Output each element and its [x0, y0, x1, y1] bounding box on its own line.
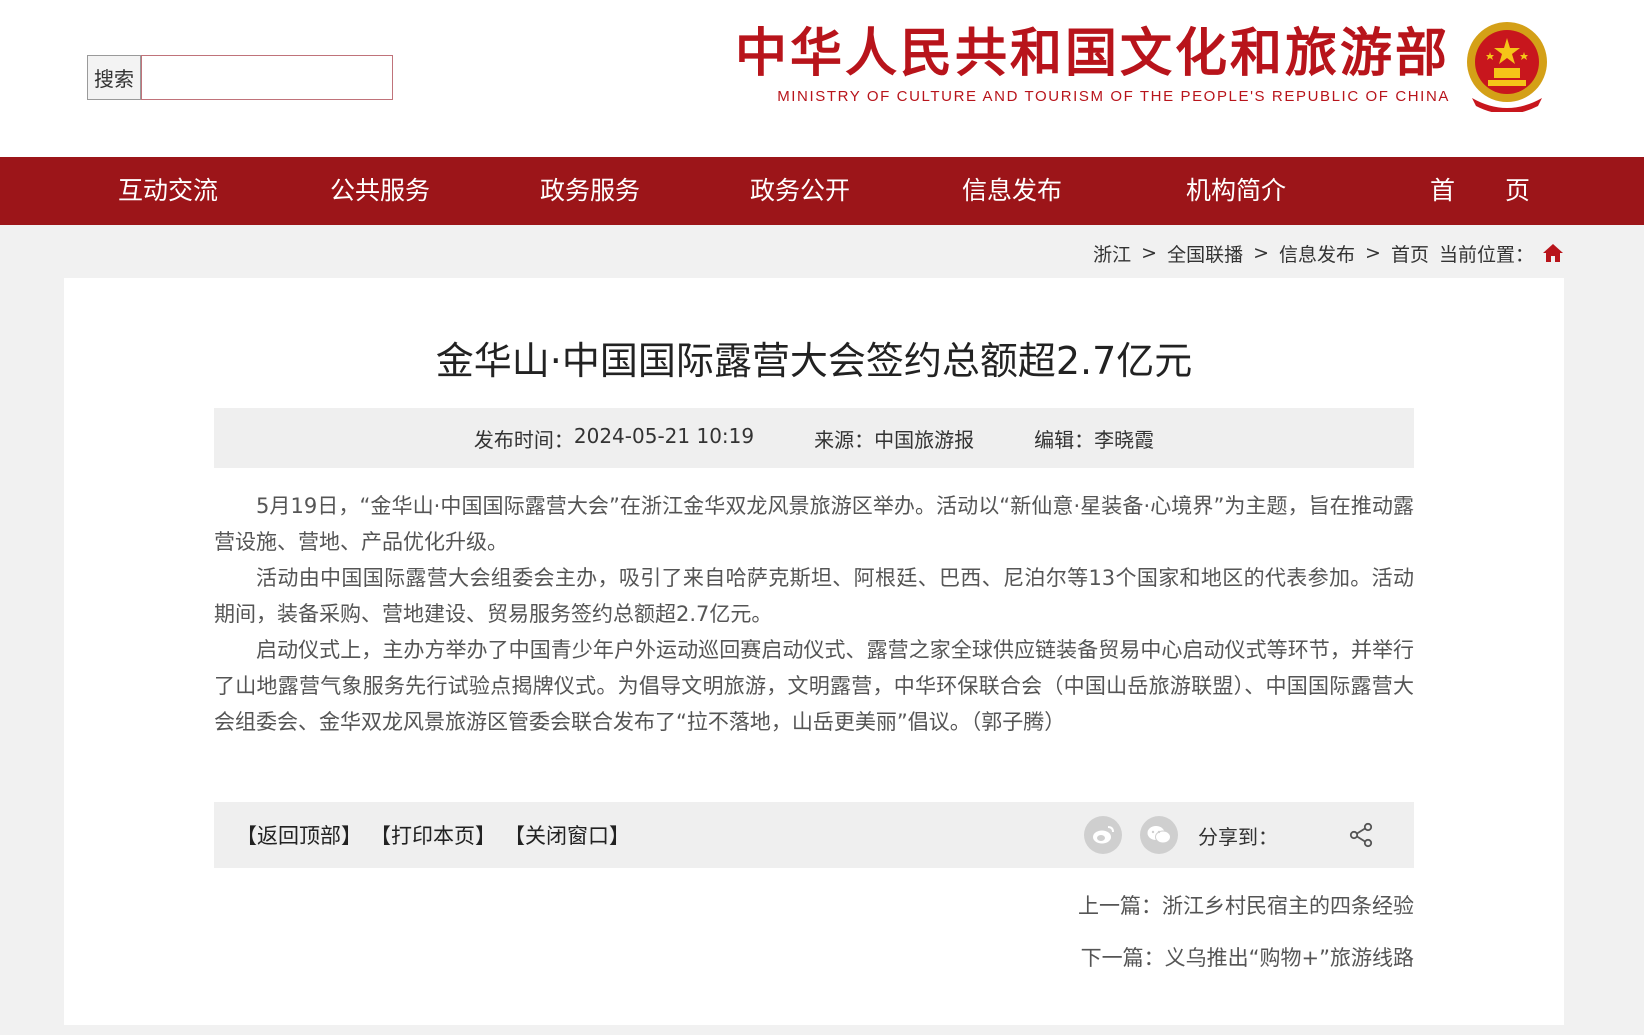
breadcrumb-home[interactable]: 首页: [1391, 240, 1429, 267]
share-area: 分享到：: [1084, 802, 1374, 868]
breadcrumb-separator: >: [1141, 242, 1158, 264]
editor-value: 李晓霞: [1094, 427, 1155, 452]
article-container: 金华山·中国国际露营大会签约总额超2.7亿元 发布时间： 2024-05-21 …: [64, 278, 1564, 1025]
site-header: 搜索 中华人民共和国文化和旅游部 MINISTRY OF CULTURE AND…: [0, 0, 1644, 157]
breadcrumb-prefix: 当前位置：: [1438, 243, 1534, 266]
search-input[interactable]: [141, 55, 393, 100]
editor-label: 编辑：: [1034, 427, 1095, 452]
nav-item-home[interactable]: 首 页: [1430, 157, 1530, 225]
prev-label: 上一篇：: [1078, 894, 1162, 918]
breadcrumb-separator: >: [1365, 242, 1381, 264]
next-title[interactable]: 义乌推出“购物+”旅游线路: [1165, 946, 1414, 970]
nav-item-about[interactable]: 机构简介: [1186, 157, 1286, 225]
search-bar: 搜索: [87, 55, 393, 100]
breadcrumb: 当前位置： 首页 > 信息发布 > 全国联播 > 浙江: [1083, 240, 1564, 266]
nav-item-interaction[interactable]: 互动交流: [118, 157, 218, 225]
national-emblem-icon: [1467, 22, 1547, 112]
publish-date-value: 2024-05-21 10:19: [573, 423, 755, 448]
breadcrumb-news[interactable]: 信息发布: [1279, 240, 1355, 267]
article-body: 5月19日，“金华山·中国国际露营大会”在浙江金华双龙风景旅游区举办。活动以“新…: [214, 488, 1414, 740]
publish-date: 发布时间： 2024-05-21 10:19: [474, 424, 754, 453]
search-button[interactable]: 搜索: [87, 55, 141, 100]
close-window-link[interactable]: 【关闭窗口】: [504, 820, 630, 850]
prev-title[interactable]: 浙江乡村民宿主的四条经验: [1162, 894, 1414, 918]
next-label: 下一篇：: [1080, 946, 1165, 970]
source-label: 来源：: [814, 427, 875, 452]
article-source: 来源： 中国旅游报: [814, 424, 974, 453]
publish-date-label: 发布时间：: [473, 427, 574, 452]
site-logo[interactable]: 中华人民共和国文化和旅游部 MINISTRY OF CULTURE AND TO…: [735, 18, 1554, 112]
logo-title-en: MINISTRY OF CULTURE AND TOURISM OF THE P…: [777, 88, 1450, 105]
article-paragraph: 5月19日，“金华山·中国国际露营大会”在浙江金华双龙风景旅游区举办。活动以“新…: [214, 494, 1414, 554]
share-icon[interactable]: [1348, 822, 1374, 848]
article-title: 金华山·中国国际露营大会签约总额超2.7亿元: [435, 339, 1193, 383]
article-paragraph: 启动仪式上，主办方举办了中国青少年户外运动巡回赛启动仪式、露营之家全球供应链装备…: [214, 638, 1414, 734]
breadcrumb-separator: >: [1253, 242, 1270, 264]
print-page-link[interactable]: 【打印本页】: [370, 820, 496, 850]
next-article[interactable]: 下一篇：义乌推出“购物+”旅游线路: [814, 942, 1414, 972]
article-editor: 编辑： 李晓霞: [1034, 424, 1154, 453]
article-paragraph: 活动由中国国际露营大会组委会主办，吸引了来自哈萨克斯坦、阿根廷、巴西、尼泊尔等1…: [214, 566, 1414, 626]
share-label: 分享到：: [1198, 824, 1278, 849]
nav-item-gov-affairs[interactable]: 政务公开: [750, 157, 850, 225]
nav-item-news[interactable]: 信息发布: [962, 157, 1062, 225]
main-nav: 首 页 机构简介 信息发布 政务公开 政务服务 公共服务 互动交流: [0, 157, 1644, 225]
nav-item-public-services[interactable]: 公共服务: [330, 157, 430, 225]
article-toolbar: 【返回顶部】 【打印本页】 【关闭窗口】 分享到：: [214, 802, 1414, 868]
article-meta: 发布时间： 2024-05-21 10:19 来源： 中国旅游报 编辑： 李晓霞: [214, 408, 1414, 468]
prev-article[interactable]: 上一篇：浙江乡村民宿主的四条经验: [814, 890, 1414, 920]
home-icon: [1543, 244, 1563, 262]
source-value: 中国旅游报: [874, 427, 975, 452]
back-to-top-link[interactable]: 【返回顶部】: [236, 820, 362, 850]
breadcrumb-zhejiang[interactable]: 浙江: [1093, 240, 1131, 267]
weibo-icon[interactable]: [1084, 816, 1122, 854]
wechat-icon[interactable]: [1140, 816, 1178, 854]
logo-title-cn: 中华人民共和国文化和旅游部: [734, 24, 1450, 84]
breadcrumb-national[interactable]: 全国联播: [1167, 240, 1243, 267]
nav-item-gov-services[interactable]: 政务服务: [540, 157, 640, 225]
